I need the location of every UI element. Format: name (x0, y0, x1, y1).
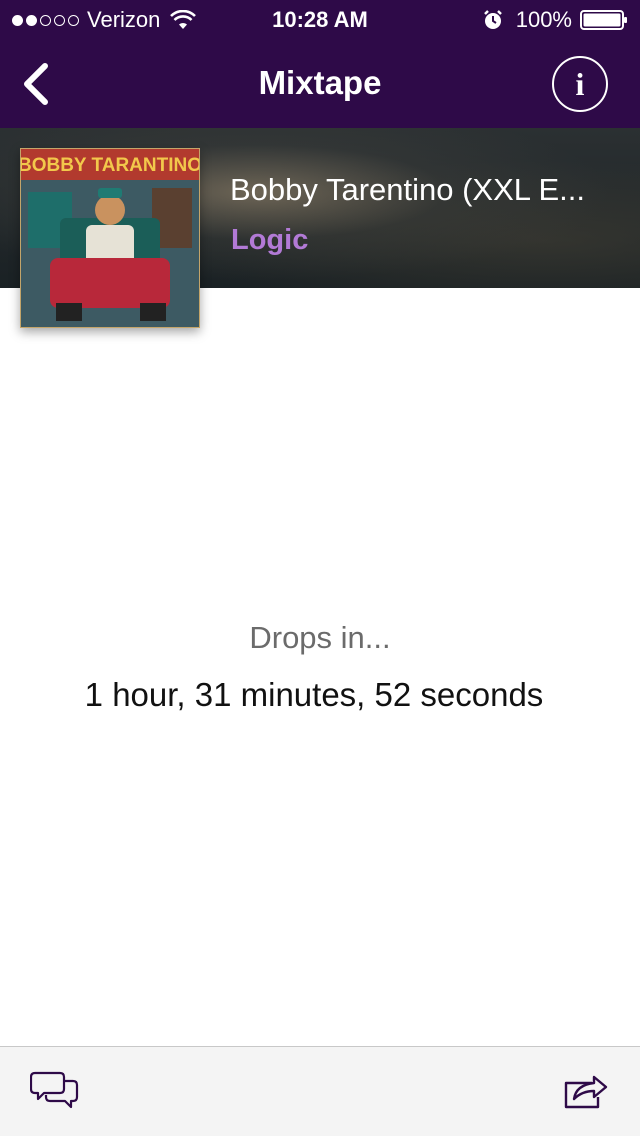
comments-button[interactable] (29, 1069, 80, 1113)
bottom-toolbar (0, 1046, 640, 1136)
countdown-timer: 1 hour, 31 minutes, 52 seconds (84, 676, 544, 713)
signal-strength-icon (12, 14, 79, 26)
page-title: Mixtape (258, 64, 382, 101)
info-icon: i (575, 65, 585, 102)
alarm-icon (483, 10, 502, 29)
chat-bubbles-icon (29, 1071, 79, 1109)
album-art-title: BOBBY TARANTINO (20, 155, 200, 176)
back-button[interactable] (10, 58, 62, 110)
share-icon (564, 1075, 608, 1109)
drops-in-label: Drops in... (249, 620, 391, 655)
status-left: Verizon (12, 7, 197, 32)
status-right: 100% (482, 7, 628, 32)
wifi-icon (170, 10, 197, 29)
navigation-bar: Mixtape i (0, 40, 640, 128)
battery-icon (580, 10, 627, 30)
carrier-name: Verizon (87, 7, 161, 32)
info-button[interactable]: i (552, 56, 608, 112)
share-button[interactable] (562, 1067, 610, 1111)
track-artist[interactable]: Logic (231, 224, 308, 257)
status-bar: Verizon 10:28 AM 100% (0, 0, 640, 40)
battery-percentage: 100% (515, 7, 572, 32)
album-art: BOBBY TARANTINO (20, 148, 200, 328)
track-title: Bobby Tarentino (XXL E... (230, 172, 585, 207)
chevron-left-icon (24, 63, 48, 105)
